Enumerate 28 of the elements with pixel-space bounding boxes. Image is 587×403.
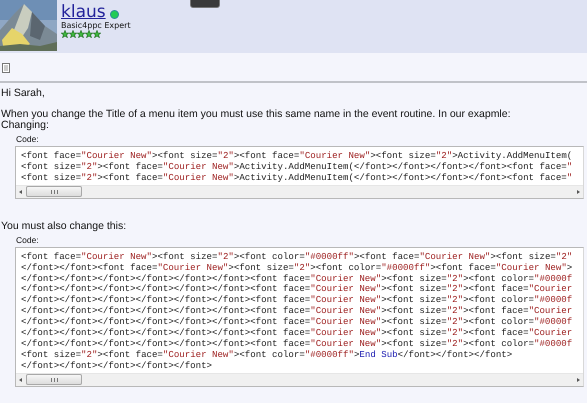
code-line: </font></font><font face="Courier New"><font size="2"><font color="#0000ff"><font face="Courier New"> <box>21 262 574 274</box>
post-text: Changing: <box>1 120 50 131</box>
code-line: <font face="Courier New"><font size="2"><font color="#0000ff"><font face="Courier New"><font size="2" <box>21 252 574 263</box>
code-line: <font size="2"><font face="Courier New">Activity.AddMenuItem(</font></font></font></font><font face=" <box>21 172 574 184</box>
grip-icon <box>50 190 58 194</box>
scroll-thumb[interactable] <box>26 374 82 386</box>
code-label: Code: <box>16 234 40 246</box>
scrollbar[interactable] <box>16 184 583 198</box>
code-line: </font></font></font></font></font></font><font face="Courier New"><font size="2"><font color="#0000f <box>21 317 574 328</box>
code-line: </font></font></font></font></font></font><font face="Courier New"><font size="2"><font color="#0000f <box>21 274 574 284</box>
code-line: </font></font></font></font></font></font><font face="Courier New"><font size="2"><font color="#0000f <box>21 295 574 306</box>
code-line: <font face="Courier New"><font size="2"><font face="Courier New"><font size="2">Activity.AddMenuItem( <box>21 151 574 162</box>
code-line: </font></font></font></font></font></font><font face="Courier New"><font size="2"><font face="Courier <box>21 328 574 339</box>
post-text: You must also change this: <box>1 220 128 232</box>
grip-icon <box>50 378 58 382</box>
post-text: When you change the Title of a menu item you must use this same name in the event routine. In our exapmle: <box>1 109 512 120</box>
scroll-thumb[interactable] <box>26 186 82 198</box>
user-rank: Basic4ppc Expert <box>61 21 131 30</box>
code-line: </font></font></font></font></font> <box>21 360 213 372</box>
post-text: Hi Sarah, <box>1 88 46 99</box>
scrollbar[interactable] <box>16 372 583 386</box>
username-link[interactable]: klaus <box>61 3 106 21</box>
code-line: </font></font></font></font></font></font><font face="Courier New"><font size="2"><font color="#0000f <box>21 338 574 350</box>
code-line: <font size="2"><font face="Courier New">Activity.AddMenuItem(</font></font></font></font><font face=" <box>21 162 574 173</box>
code-line: <font size="2"><font face="Courier New"><font color="#0000ff">End Sub</font></font></font> <box>21 350 514 361</box>
code-line: </font></font></font></font></font></font><font face="Courier New"><font size="2"><font face="Courier <box>21 306 574 317</box>
code-line: </font></font></font></font></font></font><font face="Courier New"><font size="2"><font face="Courier <box>21 284 574 295</box>
code-label: Code: <box>16 134 40 145</box>
